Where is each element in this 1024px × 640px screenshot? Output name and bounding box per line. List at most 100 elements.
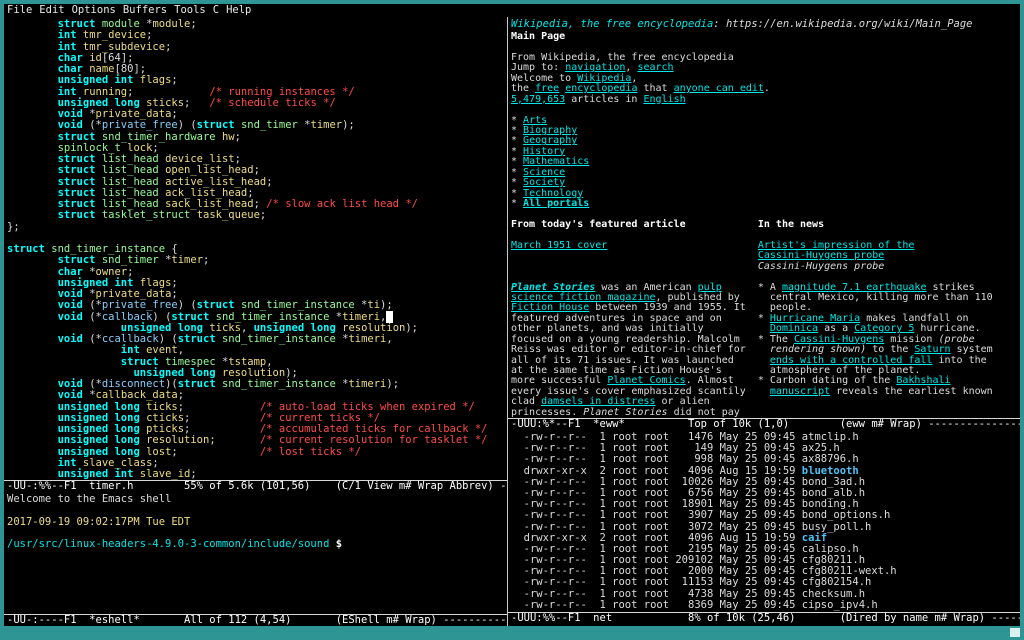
- text-segment: ,: [241, 322, 254, 334]
- dired-buffer-net[interactable]: -rw-r--r-- 1 root root 1476 May 25 09:45…: [508, 430, 1020, 612]
- text-segment: rendering shown): [770, 344, 866, 355]
- eww-link[interactable]: Cassini-Huygens: [794, 334, 884, 345]
- eww-link[interactable]: Artist's impression of the: [758, 240, 915, 251]
- text-segment: Cassini-Huygens probe: [758, 261, 884, 272]
- eww-link[interactable]: History: [523, 146, 565, 157]
- eww-link[interactable]: Fiction House: [511, 302, 589, 313]
- eww-link[interactable]: Bakhshali: [896, 375, 950, 386]
- dired-file-name[interactable]: busy_poll.h: [802, 521, 872, 533]
- eww-link[interactable]: Planet Comics: [607, 375, 685, 386]
- eww-buffer[interactable]: Main PageFrom Wikipedia, the free encycl…: [508, 30, 1020, 418]
- eww-link[interactable]: 5,479,653: [511, 94, 565, 105]
- text-segment: *: [511, 146, 523, 157]
- text-segment: into the: [932, 355, 986, 366]
- dired-directory-name[interactable]: caif: [802, 532, 827, 544]
- text-segment: (*: [83, 119, 102, 131]
- menu-item-c[interactable]: C: [213, 4, 219, 17]
- text-segment: /* slow ack list head */: [266, 198, 418, 210]
- text-segment: [7, 164, 58, 176]
- eww-link[interactable]: magnitude 7.1 earthquake: [782, 282, 927, 293]
- right-column: Wikipedia, the free encyclopedia: https:…: [508, 17, 1020, 626]
- dired-file-attributes: drwxr-xr-x 2 root root 4096 Aug 15 19:59: [511, 532, 802, 544]
- dired-file-name[interactable]: cfg80211.h: [802, 554, 865, 566]
- menu-item-file[interactable]: File: [7, 4, 32, 17]
- eww-link[interactable]: pulp: [698, 282, 722, 293]
- text-segment: was an American: [595, 282, 697, 293]
- dired-file-attributes: -rw-r--r-- 1 root root 3907 May 25 09:45: [511, 509, 802, 521]
- text-segment: resolution: [222, 367, 285, 379]
- dired-file-name[interactable]: bond_3ad.h: [802, 476, 865, 488]
- eww-link[interactable]: anyone can edit: [674, 83, 764, 94]
- text-segment: *: [511, 188, 523, 199]
- text-segment: [511, 250, 758, 261]
- dired-file-name[interactable]: atmclip.h: [802, 431, 859, 443]
- text-segment: [7, 457, 58, 469]
- eww-link[interactable]: damsels in distress: [541, 396, 655, 407]
- dired-file-name[interactable]: cipso_ipv4.h: [802, 599, 878, 611]
- dired-file-name[interactable]: bond_alb.h: [802, 487, 865, 499]
- text-segment: [7, 367, 133, 379]
- eshell-buffer[interactable]: Welcome to the Emacs shell2017-09-19 09:…: [4, 492, 507, 614]
- text-segment: unsigned: [58, 277, 109, 289]
- eww-link[interactable]: manuscript: [770, 386, 830, 397]
- menu-item-help[interactable]: Help: [226, 4, 251, 17]
- eww-link[interactable]: search: [637, 62, 673, 73]
- eww-link[interactable]: All portals: [523, 198, 589, 209]
- text-segment: tmr_device: [83, 29, 146, 41]
- eww-link[interactable]: Hurricane Maria: [770, 313, 860, 324]
- dired-file-name[interactable]: calipso.h: [802, 543, 859, 555]
- eww-link[interactable]: encyclopedia: [565, 83, 637, 94]
- dired-file-name[interactable]: cfg80211-wext.h: [802, 565, 897, 577]
- eww-link[interactable]: Biography: [523, 125, 577, 136]
- eww-link[interactable]: Saturn: [914, 344, 950, 355]
- eww-link[interactable]: Planet Stories: [511, 282, 595, 293]
- dired-file-name[interactable]: bonding.h: [802, 498, 859, 510]
- eww-link[interactable]: Mathematics: [523, 156, 589, 167]
- menu-item-buffers[interactable]: Buffers: [123, 4, 167, 17]
- eww-link[interactable]: March 1951 cover: [511, 240, 607, 251]
- eww-link[interactable]: English: [643, 94, 685, 105]
- text-segment: long: [114, 97, 139, 109]
- code-buffer-timer-h[interactable]: struct module *module; int tmr_device; i…: [4, 17, 507, 480]
- menu-item-tools[interactable]: Tools: [174, 4, 206, 17]
- text-segment: [7, 176, 58, 188]
- text-segment: *: [511, 135, 523, 146]
- dired-file-name[interactable]: cfg802154.h: [802, 576, 872, 588]
- eww-link[interactable]: Dominica: [770, 323, 818, 334]
- eww-link[interactable]: free: [535, 83, 559, 94]
- dired-file-name[interactable]: bond_options.h: [802, 509, 891, 521]
- eww-link[interactable]: Technology: [523, 188, 583, 199]
- menu-item-options[interactable]: Options: [72, 4, 116, 17]
- text-segment: articles in: [565, 94, 643, 105]
- eww-link[interactable]: Society: [523, 177, 565, 188]
- text-segment: char: [58, 63, 83, 75]
- text-segment: *: [140, 18, 153, 30]
- eshell-line: Welcome to the Emacs shell: [7, 494, 507, 505]
- eww-link[interactable]: Science: [523, 167, 565, 178]
- text-segment: clad: [511, 396, 541, 407]
- text-segment: [7, 434, 58, 446]
- eww-link[interactable]: Category 5: [854, 323, 914, 334]
- dired-file-name[interactable]: ax25.h: [802, 442, 840, 454]
- eww-link[interactable]: Cassini-Huygens probe: [758, 250, 884, 261]
- text-segment: [7, 41, 58, 53]
- eww-link[interactable]: Geography: [523, 135, 577, 146]
- text-segment: [7, 322, 121, 334]
- eww-link[interactable]: Wikipedia: [577, 73, 631, 84]
- eww-line: * Science: [511, 168, 1020, 178]
- text-segment: ) (: [178, 119, 197, 131]
- dired-file-name[interactable]: checksum.h: [802, 588, 865, 600]
- eww-link[interactable]: Arts: [523, 115, 547, 126]
- text-segment: [7, 311, 58, 323]
- text-segment: name: [89, 63, 114, 75]
- eww-link[interactable]: science fiction magazine: [511, 292, 656, 303]
- text-segment: From Wikipedia, the free encyclopedia: [511, 52, 734, 63]
- dired-file-name[interactable]: ax88796.h: [802, 453, 859, 465]
- text-segment: ;: [165, 41, 171, 53]
- menu-item-edit[interactable]: Edit: [39, 4, 64, 17]
- dired-directory-name[interactable]: bluetooth: [802, 465, 859, 477]
- text-segment: ;: [184, 412, 260, 424]
- resize-grip[interactable]: [1010, 628, 1020, 637]
- eww-link[interactable]: ends with a controlled fall: [770, 355, 933, 366]
- eww-link[interactable]: navigation: [565, 62, 625, 73]
